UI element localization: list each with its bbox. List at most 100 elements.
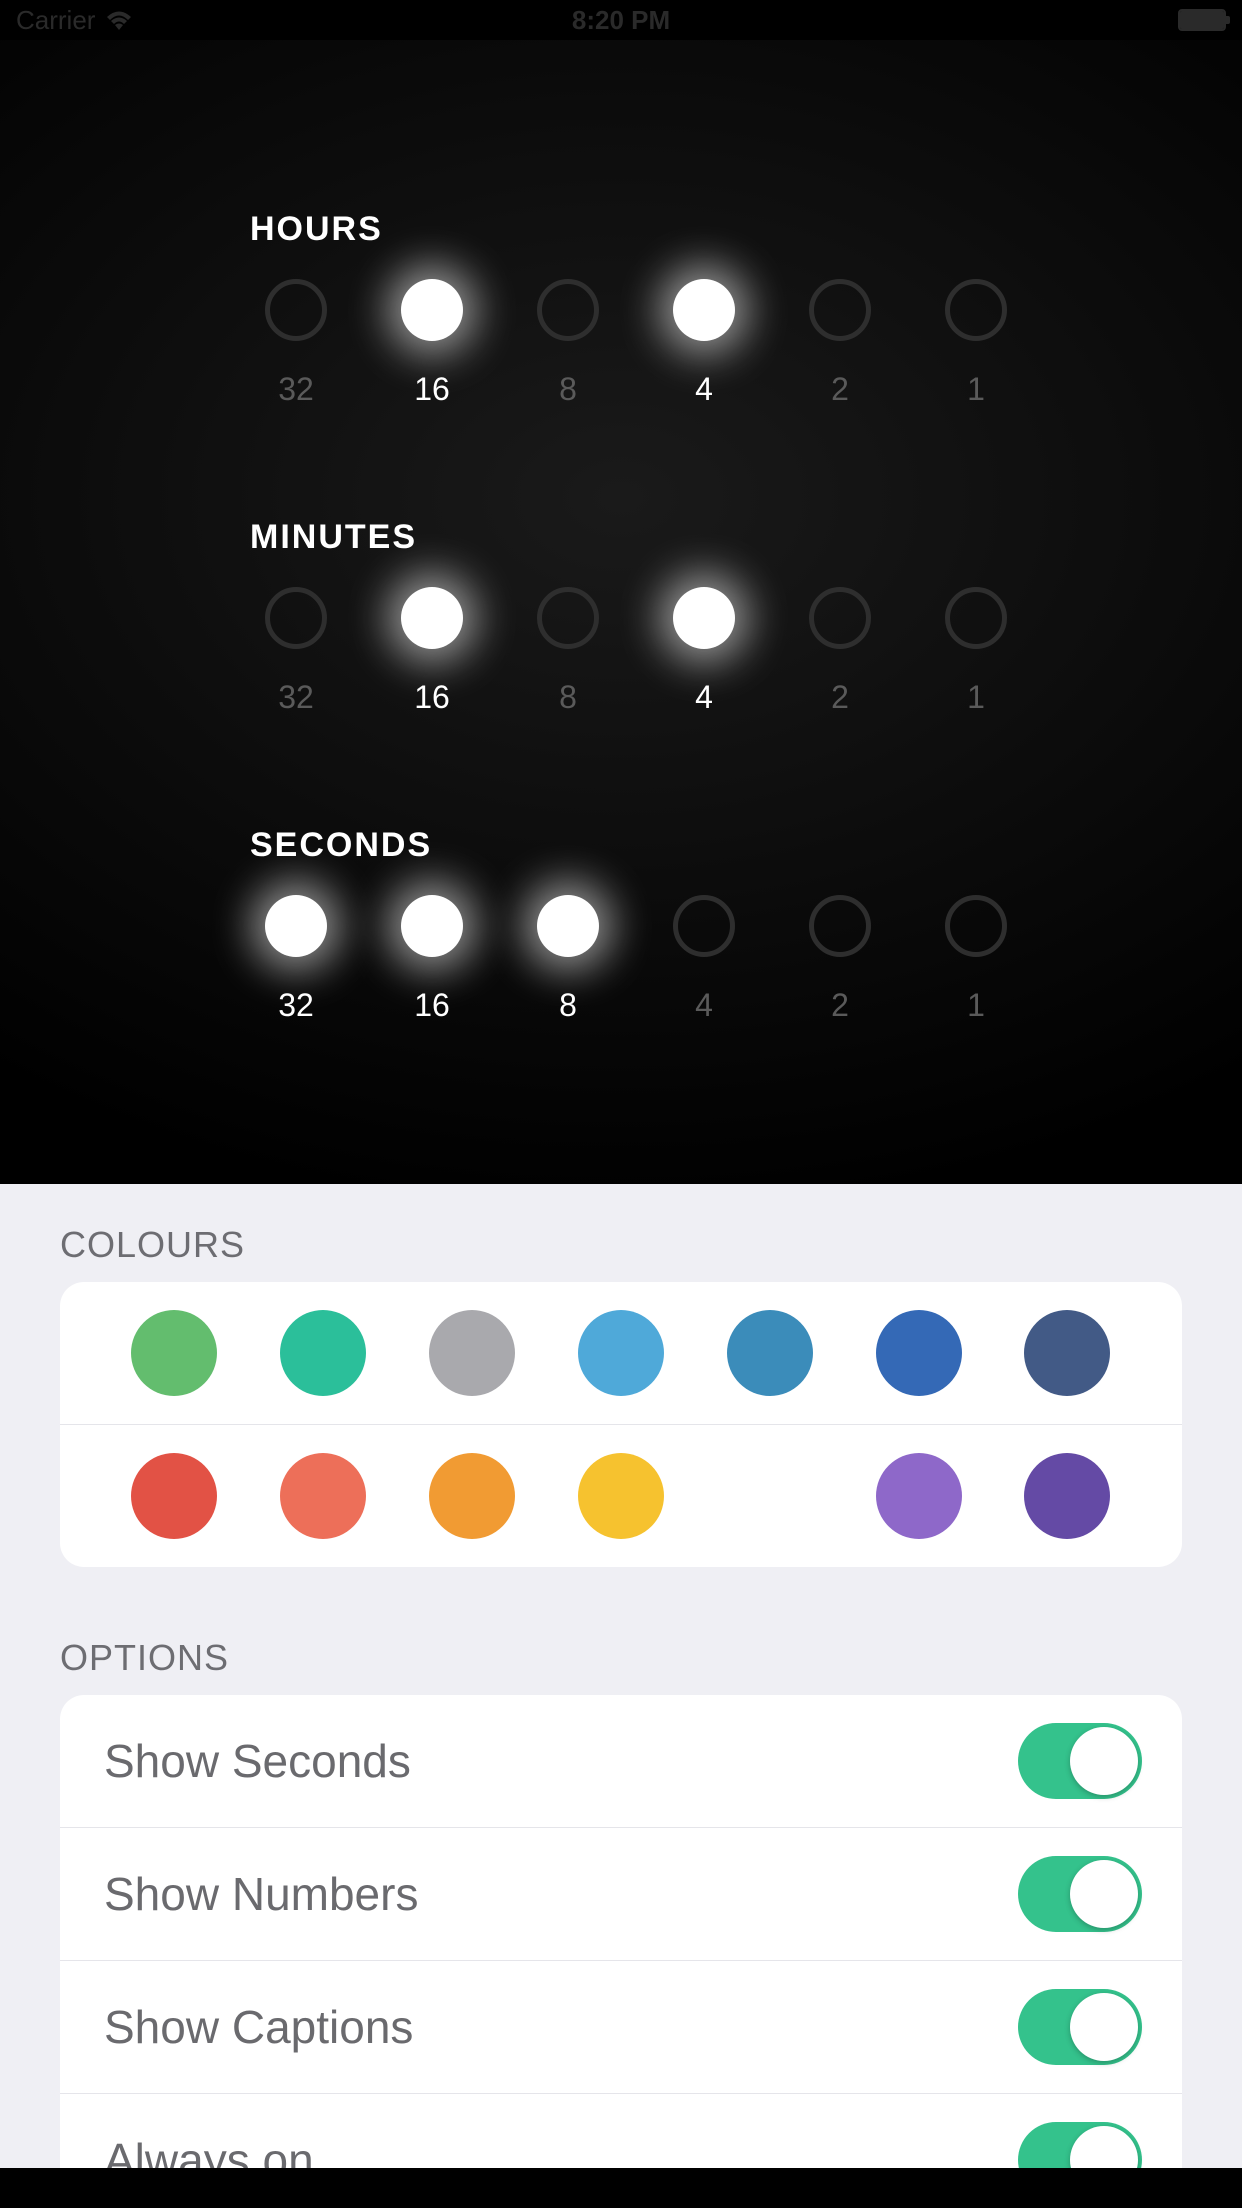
clock-bit-dot <box>673 587 735 649</box>
clock-row-label: SECONDS <box>250 826 1242 865</box>
wifi-icon <box>105 10 133 30</box>
battery-icon <box>1178 9 1226 31</box>
options-card: Show SecondsShow NumbersShow CaptionsAlw… <box>60 1695 1182 2208</box>
clock-bit: 8 <box>534 895 602 1024</box>
clock-bit-dot <box>401 895 463 957</box>
swatch-row-1 <box>60 1282 1182 1424</box>
clock-preview: HOURS 32 16 8 4 2 1 MINUTES 32 16 8 4 2 1 SECONDS 32 16 8… <box>0 40 1242 1184</box>
clock-bit-dot <box>537 895 599 957</box>
clock-bit-dot <box>265 587 327 649</box>
clock-bit-label: 32 <box>278 371 314 408</box>
option-row: Show Captions <box>60 1960 1182 2093</box>
option-toggle[interactable] <box>1018 1856 1142 1932</box>
status-bar: Carrier 8:20 PM <box>0 0 1242 40</box>
clock-bit-label: 16 <box>414 679 450 716</box>
clock-bit: 16 <box>398 587 466 716</box>
clock-bit: 4 <box>670 279 738 408</box>
colour-swatch[interactable] <box>131 1310 217 1396</box>
clock-bit: 32 <box>262 279 330 408</box>
clock-bit-dot <box>401 279 463 341</box>
clock-bit-dot <box>809 279 871 341</box>
clock-bit: 2 <box>806 895 874 1024</box>
colour-swatch-empty <box>727 1453 813 1539</box>
clock-bit: 2 <box>806 279 874 408</box>
clock-bit-dot <box>809 587 871 649</box>
clock-bit-dot <box>265 895 327 957</box>
clock-bit-label: 2 <box>831 371 849 408</box>
option-row: Show Seconds <box>60 1695 1182 1827</box>
colours-card <box>60 1282 1182 1567</box>
clock-bit: 4 <box>670 587 738 716</box>
clock-bit-label: 16 <box>414 371 450 408</box>
colour-swatch[interactable] <box>429 1453 515 1539</box>
clock-bit-dot <box>265 279 327 341</box>
colour-swatch[interactable] <box>876 1310 962 1396</box>
option-row: Show Numbers <box>60 1827 1182 1960</box>
colour-swatch[interactable] <box>876 1453 962 1539</box>
clock-bit-dot <box>673 279 735 341</box>
clock-bit-label: 8 <box>559 371 577 408</box>
clock-bit-label: 8 <box>559 987 577 1024</box>
clock-bit-dot <box>537 587 599 649</box>
clock-bit-label: 32 <box>278 679 314 716</box>
clock-bit-dot <box>945 279 1007 341</box>
option-toggle[interactable] <box>1018 1989 1142 2065</box>
toggle-knob <box>1070 1993 1138 2061</box>
clock-bit-label: 32 <box>278 987 314 1024</box>
colours-header: COLOURS <box>60 1224 1242 1266</box>
clock-bit-label: 1 <box>967 679 985 716</box>
clock-bit: 32 <box>262 895 330 1024</box>
toggle-knob <box>1070 1727 1138 1795</box>
clock-bit-dot <box>809 895 871 957</box>
clock-bit-label: 2 <box>831 679 849 716</box>
clock-bit-label: 4 <box>695 371 713 408</box>
clock-row-hours: HOURS 32 16 8 4 2 1 <box>0 210 1242 408</box>
clock-row-minutes: MINUTES 32 16 8 4 2 1 <box>0 518 1242 716</box>
colour-swatch[interactable] <box>131 1453 217 1539</box>
colour-swatch[interactable] <box>727 1310 813 1396</box>
clock-bit-dot <box>401 587 463 649</box>
toggle-knob <box>1070 1860 1138 1928</box>
clock-bit-label: 1 <box>967 371 985 408</box>
clock-bit-label: 2 <box>831 987 849 1024</box>
status-time: 8:20 PM <box>572 5 670 36</box>
clock-row-label: MINUTES <box>250 518 1242 557</box>
colour-swatch[interactable] <box>1024 1453 1110 1539</box>
clock-bit: 1 <box>942 895 1010 1024</box>
clock-bit: 4 <box>670 895 738 1024</box>
clock-bit: 8 <box>534 279 602 408</box>
clock-bit: 8 <box>534 587 602 716</box>
colour-swatch[interactable] <box>429 1310 515 1396</box>
colour-swatch[interactable] <box>280 1453 366 1539</box>
colour-swatch[interactable] <box>578 1310 664 1396</box>
clock-bit-label: 4 <box>695 987 713 1024</box>
clock-bit: 32 <box>262 587 330 716</box>
option-label: Show Numbers <box>104 1867 418 1921</box>
settings-panel: COLOURS OPTIONS Show Seconds Show Numbers… <box>0 1184 1242 2208</box>
clock-bit: 2 <box>806 587 874 716</box>
option-toggle[interactable] <box>1018 1723 1142 1799</box>
clock-bit-dot <box>945 587 1007 649</box>
clock-row-seconds: SECONDS 32 16 8 4 2 1 <box>0 826 1242 1024</box>
clock-bit-label: 1 <box>967 987 985 1024</box>
bottom-bar <box>0 2168 1242 2208</box>
clock-bit-dot <box>945 895 1007 957</box>
option-label: Show Captions <box>104 2000 413 2054</box>
colour-swatch[interactable] <box>280 1310 366 1396</box>
clock-bit: 16 <box>398 895 466 1024</box>
clock-bit-dot <box>673 895 735 957</box>
options-header: OPTIONS <box>60 1637 1242 1679</box>
clock-bit: 1 <box>942 587 1010 716</box>
carrier-label: Carrier <box>16 5 95 36</box>
swatch-row-2 <box>60 1424 1182 1567</box>
clock-bit: 1 <box>942 279 1010 408</box>
clock-bit-label: 8 <box>559 679 577 716</box>
clock-row-label: HOURS <box>250 210 1242 249</box>
colour-swatch[interactable] <box>1024 1310 1110 1396</box>
clock-bit-dot <box>537 279 599 341</box>
clock-bit-label: 4 <box>695 679 713 716</box>
option-label: Show Seconds <box>104 1734 411 1788</box>
colour-swatch[interactable] <box>578 1453 664 1539</box>
clock-bit-label: 16 <box>414 987 450 1024</box>
clock-bit: 16 <box>398 279 466 408</box>
